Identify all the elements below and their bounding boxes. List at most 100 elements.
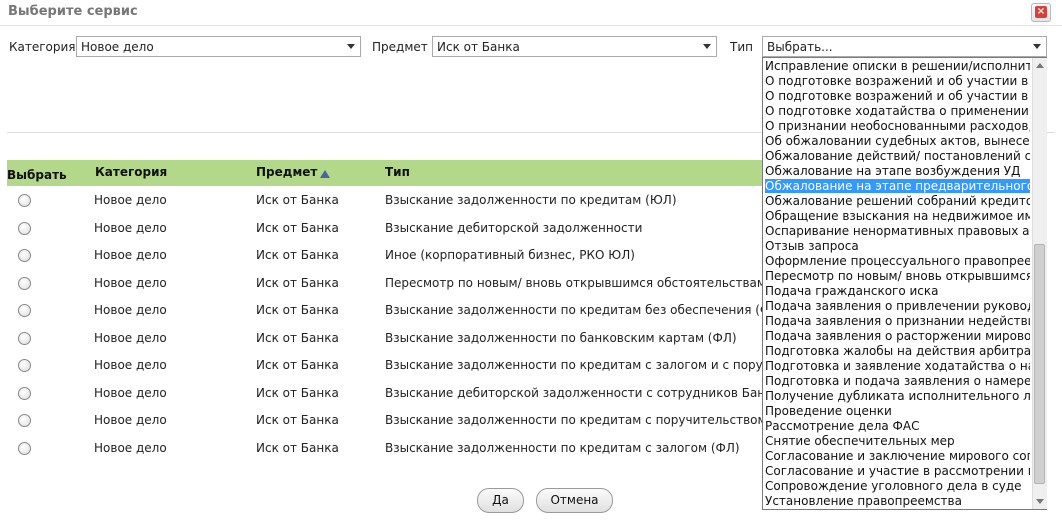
dropdown-option[interactable]: Обжалование на этапе возбуждения УД — [765, 164, 1030, 178]
cell-category: Новое дело — [94, 331, 167, 345]
row-select-radio[interactable] — [18, 442, 31, 455]
row-select-radio[interactable] — [18, 332, 31, 345]
cell-subject: Иск от Банка — [256, 413, 339, 427]
cell-subject: Иск от Банка — [256, 358, 339, 372]
dropdown-option[interactable]: Согласование и участие в рассмотрении по… — [765, 464, 1030, 478]
category-filter-label: Категория — [9, 40, 76, 54]
subject-select[interactable]: Иск от Банка — [432, 36, 717, 57]
dropdown-option[interactable]: Обжалование действий/ постановлений суде… — [765, 149, 1030, 163]
row-select-radio[interactable] — [18, 277, 31, 290]
dropdown-option[interactable]: Проведение оценки — [765, 404, 1030, 418]
dropdown-option[interactable]: Подача гражданского иска — [765, 284, 1030, 298]
row-select-radio[interactable] — [18, 359, 31, 372]
table-row[interactable]: Новое дело Иск от Банка Взыскание дебито… — [0, 386, 780, 413]
table-row[interactable]: Новое дело Иск от Банка Пересмотр по нов… — [0, 276, 770, 303]
chevron-down-icon — [347, 44, 355, 49]
dropdown-option[interactable]: О подготовке возражений и об участии в с… — [765, 89, 1030, 103]
cell-category: Новое дело — [94, 413, 167, 427]
dropdown-option-selected[interactable]: Обжалование на этапе предварительного ра… — [765, 179, 1030, 193]
dropdown-option[interactable]: Подготовка жалобы на действия арбитражно… — [765, 344, 1030, 358]
column-header-subject[interactable]: Предмет — [256, 165, 331, 179]
dropdown-option[interactable]: Обжалование решений собраний кредиторов, — [765, 194, 1030, 208]
dropdown-option[interactable]: Пересмотр по новым/ вновь открывшимся об… — [765, 269, 1030, 283]
scroll-up-icon[interactable] — [1036, 63, 1044, 68]
column-header-select: Выбрать — [7, 168, 67, 182]
close-button[interactable]: × — [1031, 3, 1051, 22]
cell-type: Взыскание задолженности по банковским ка… — [385, 331, 737, 345]
dropdown-option[interactable]: Об обжаловании судебных актов, вынесенны… — [765, 134, 1030, 148]
scroll-down-icon[interactable] — [1036, 499, 1044, 504]
cell-type: Взыскание задолженности по кредитам без … — [385, 303, 784, 317]
table-row[interactable]: Новое дело Иск от Банка Взыскание задолж… — [0, 303, 784, 330]
table-row[interactable]: Новое дело Иск от Банка Взыскание задолж… — [0, 358, 876, 385]
column-header-subject-label: Предмет — [256, 165, 318, 179]
chevron-down-icon — [703, 44, 711, 49]
type-filter-label: Тип — [730, 40, 753, 54]
dropdown-option[interactable]: Оспаривание ненормативных правовых актов — [765, 224, 1030, 238]
type-dropdown-list[interactable]: Исправление описки в решении/исполнитель… — [762, 57, 1047, 510]
dropdown-option[interactable]: Получение дубликата исполнительного лист… — [765, 389, 1030, 403]
dropdown-option[interactable]: О подготовке возражений и об участии в к… — [765, 74, 1030, 88]
dropdown-option[interactable]: Установление правопреемства — [765, 494, 1030, 508]
subject-select-value: Иск от Банка — [437, 40, 520, 54]
row-select-radio[interactable] — [18, 249, 31, 262]
row-select-radio[interactable] — [18, 387, 31, 400]
dropdown-option[interactable]: Исправление описки в решении/исполнитель… — [765, 59, 1030, 73]
cell-type: Взыскание задолженности по кредитам с по… — [385, 413, 800, 427]
column-header-type-label: Тип — [385, 165, 410, 179]
dropdown-option[interactable]: Оформление процессуального правопреемств… — [765, 254, 1030, 268]
cell-type: Взыскание задолженности по кредитам (ЮЛ) — [385, 193, 677, 207]
dropdown-option[interactable]: О признании необоснованными расходов, со… — [765, 119, 1030, 133]
table-row[interactable]: Новое дело Иск от Банка Взыскание задолж… — [0, 441, 770, 468]
dialog-titlebar: Выберите сервис × — [0, 0, 1062, 26]
column-header-category[interactable]: Категория — [95, 165, 167, 179]
type-select[interactable]: Выбрать... — [762, 36, 1047, 57]
row-select-radio[interactable] — [18, 304, 31, 317]
dropdown-option[interactable]: Снятие обеспечительных мер — [765, 434, 1030, 448]
row-select-radio[interactable] — [18, 222, 31, 235]
cell-type: Взыскание задолженности по кредитам с за… — [385, 441, 740, 455]
dropdown-option[interactable]: Подготовка и заявление ходатайства о наз… — [765, 359, 1030, 373]
scrollbar-thumb[interactable] — [1034, 244, 1045, 484]
type-select-value: Выбрать... — [767, 40, 833, 54]
dropdown-option[interactable]: Сопровождение уголовного дела в суде — [765, 479, 1030, 493]
cell-type: Пересмотр по новым/ вновь открывшимся об… — [385, 276, 766, 290]
dropdown-option[interactable]: Подача заявления о привлечении руководит… — [765, 299, 1030, 313]
category-select[interactable]: Новое дело — [76, 36, 361, 57]
cell-type: Взыскание дебиторской задолженности с со… — [385, 386, 780, 400]
cell-subject: Иск от Банка — [256, 441, 339, 455]
column-header-type[interactable]: Тип — [385, 165, 410, 179]
cell-category: Новое дело — [94, 248, 167, 262]
chevron-down-icon — [1033, 44, 1041, 49]
dialog-title: Выберите сервис — [8, 4, 138, 19]
cancel-button[interactable]: Отмена — [536, 488, 613, 513]
cell-subject: Иск от Банка — [256, 386, 339, 400]
table-row[interactable]: Новое дело Иск от Банка Иное (корпоратив… — [0, 248, 770, 275]
dropdown-option[interactable]: Подача заявления о признании недействите… — [765, 314, 1030, 328]
cell-category: Новое дело — [94, 441, 167, 455]
cell-subject: Иск от Банка — [256, 221, 339, 235]
dropdown-option[interactable]: Согласование и заключение мирового согла… — [765, 449, 1030, 463]
dropdown-option[interactable]: Подготовка и подача заявления о намерени… — [765, 374, 1030, 388]
dropdown-option[interactable]: Обращение взыскания на недвижимое имущес… — [765, 209, 1030, 223]
dropdown-option[interactable]: Отзыв запроса — [765, 239, 1030, 253]
cell-category: Новое дело — [94, 221, 167, 235]
dropdown-option[interactable]: Рассмотрение дела ФАС — [765, 419, 1030, 433]
ok-button[interactable]: Да — [477, 488, 524, 513]
row-select-radio[interactable] — [18, 414, 31, 427]
dropdown-option[interactable]: Подача заявления о расторжении мирового … — [765, 329, 1030, 343]
table-row[interactable]: Новое дело Иск от Банка Взыскание задолж… — [0, 193, 770, 220]
table-row[interactable]: Новое дело Иск от Банка Взыскание задолж… — [0, 331, 770, 358]
cell-category: Новое дело — [94, 386, 167, 400]
row-select-radio[interactable] — [18, 194, 31, 207]
close-icon[interactable]: × — [1035, 6, 1047, 18]
cell-category: Новое дело — [94, 303, 167, 317]
dropdown-scrollbar[interactable] — [1032, 58, 1047, 509]
table-row[interactable]: Новое дело Иск от Банка Взыскание дебито… — [0, 221, 770, 248]
cell-category: Новое дело — [94, 276, 167, 290]
cell-subject: Иск от Банка — [256, 248, 339, 262]
category-select-value: Новое дело — [81, 40, 154, 54]
dropdown-option[interactable]: О подготовке ходатайства о применении об… — [765, 104, 1030, 118]
cell-category: Новое дело — [94, 358, 167, 372]
table-row[interactable]: Новое дело Иск от Банка Взыскание задолж… — [0, 413, 799, 440]
